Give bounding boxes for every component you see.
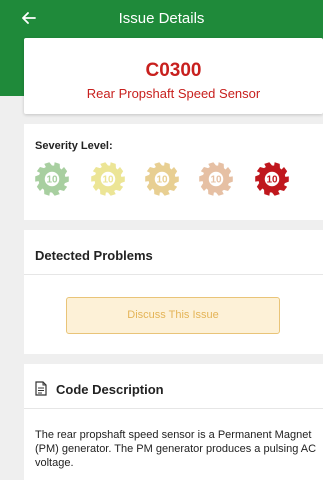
severity-gear-label: 10 xyxy=(210,175,222,186)
severity-gear-label: 10 xyxy=(102,175,114,186)
severity-card: Severity Level: 10 10 10 10 10 xyxy=(24,124,323,220)
trouble-code-name: Rear Propshaft Speed Sensor xyxy=(86,86,261,101)
severity-gear-label: 10 xyxy=(266,175,278,186)
severity-gear-label: 10 xyxy=(46,175,58,186)
document-icon xyxy=(35,381,47,396)
code-description-text: The rear propshaft speed sensor is a Per… xyxy=(35,429,317,469)
severity-gear-label: 10 xyxy=(156,175,168,186)
page-title: Issue Details xyxy=(118,10,205,27)
detected-problems-title: Detected Problems xyxy=(35,248,153,263)
trouble-code: C0300 xyxy=(145,60,202,81)
code-description-title: Code Description xyxy=(56,382,164,397)
divider xyxy=(24,274,323,275)
severity-gear-icon: 10 xyxy=(255,162,289,196)
discuss-issue-button[interactable]: Discuss This Issue xyxy=(66,297,280,334)
code-description-card: Code Description The rear propshaft spee… xyxy=(24,364,323,480)
severity-label: Severity Level: xyxy=(35,140,113,152)
code-card: C0300 Rear Propshaft Speed Sensor xyxy=(24,38,323,114)
divider xyxy=(24,408,323,409)
severity-gear-icon: 10 xyxy=(91,162,125,196)
severity-gear-icon: 10 xyxy=(35,162,69,196)
severity-gear-icon: 10 xyxy=(199,162,233,196)
detected-problems-card: Detected Problems Discuss This Issue xyxy=(24,230,323,354)
severity-gear-icon: 10 xyxy=(145,162,179,196)
